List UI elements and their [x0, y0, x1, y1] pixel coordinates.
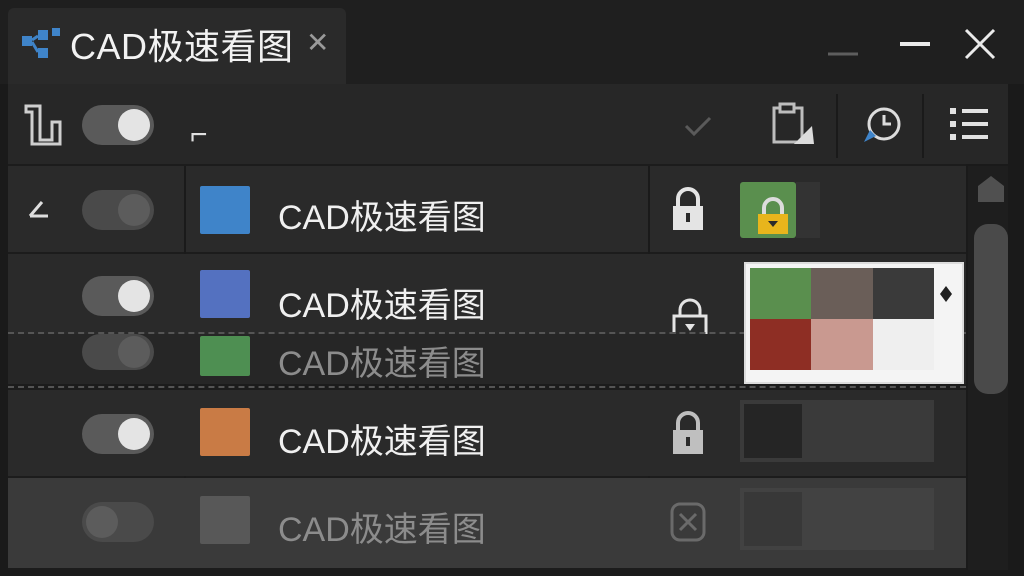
history-clock-icon[interactable] — [858, 100, 906, 148]
layer-visibility-toggle[interactable] — [82, 414, 154, 454]
layer-color-swatch[interactable] — [200, 186, 250, 234]
palette-pointer-icon — [940, 286, 952, 302]
list-menu-icon[interactable] — [946, 102, 992, 146]
locked-layer-badge-icon — [758, 197, 788, 234]
lock-icon[interactable] — [668, 186, 708, 232]
palette-color-cell[interactable] — [811, 319, 873, 370]
layer-visibility-toggle[interactable] — [82, 334, 154, 370]
layer-frame-icon[interactable] — [22, 100, 64, 148]
layer-color-swatch[interactable] — [200, 496, 250, 544]
layer-color-swatch[interactable] — [200, 336, 250, 376]
layer-color-swatch[interactable] — [200, 408, 250, 456]
layer-visibility-toggle[interactable] — [82, 502, 154, 542]
lock-icon[interactable] — [668, 410, 708, 456]
tab-close-icon[interactable]: ✕ — [306, 26, 329, 59]
palette-color-cell[interactable] — [872, 268, 934, 319]
thumbnail-edge — [796, 182, 820, 238]
unlock-disabled-icon[interactable] — [668, 500, 708, 544]
layer-preview-thumbnail[interactable] — [740, 400, 934, 462]
drag-insert-line — [8, 386, 966, 388]
layer-name: CAD极速看图 — [278, 511, 486, 549]
check-disabled-icon[interactable] — [678, 106, 718, 146]
current-layer-marker-icon — [28, 201, 48, 218]
text-cursor: ⌐ — [190, 118, 208, 151]
layer-name: CAD极速看图 — [278, 423, 486, 461]
toolbar-divider — [836, 94, 838, 158]
toolbar-divider — [922, 94, 924, 158]
minimize-disabled-button[interactable] — [812, 18, 872, 68]
layer-visibility-toggle[interactable] — [82, 276, 154, 316]
scrollbar-thumb[interactable] — [974, 224, 1008, 394]
palette-color-cell[interactable] — [750, 319, 812, 370]
layer-name: CAD极速看图 — [278, 345, 486, 383]
color-palette-popup — [744, 262, 964, 384]
layer-properties-icon[interactable] — [768, 100, 818, 148]
scroll-up-icon[interactable] — [974, 172, 1008, 206]
toolbar-visibility-toggle[interactable] — [82, 105, 154, 145]
minimize-button[interactable] — [884, 18, 944, 68]
layer-name: CAD极速看图 — [278, 199, 486, 237]
palette-color-cell[interactable] — [811, 268, 873, 319]
close-button[interactable] — [950, 18, 1010, 68]
layer-color-swatch[interactable] — [200, 270, 250, 318]
tab-title: CAD极速看图 — [70, 26, 294, 67]
app-logo-icon — [22, 28, 60, 58]
layer-name: CAD极速看图 — [278, 287, 486, 325]
layer-preview-thumbnail[interactable] — [740, 488, 934, 550]
layer-visibility-toggle[interactable] — [82, 190, 154, 230]
palette-color-cell[interactable] — [750, 268, 812, 319]
palette-color-cell[interactable] — [872, 319, 934, 370]
